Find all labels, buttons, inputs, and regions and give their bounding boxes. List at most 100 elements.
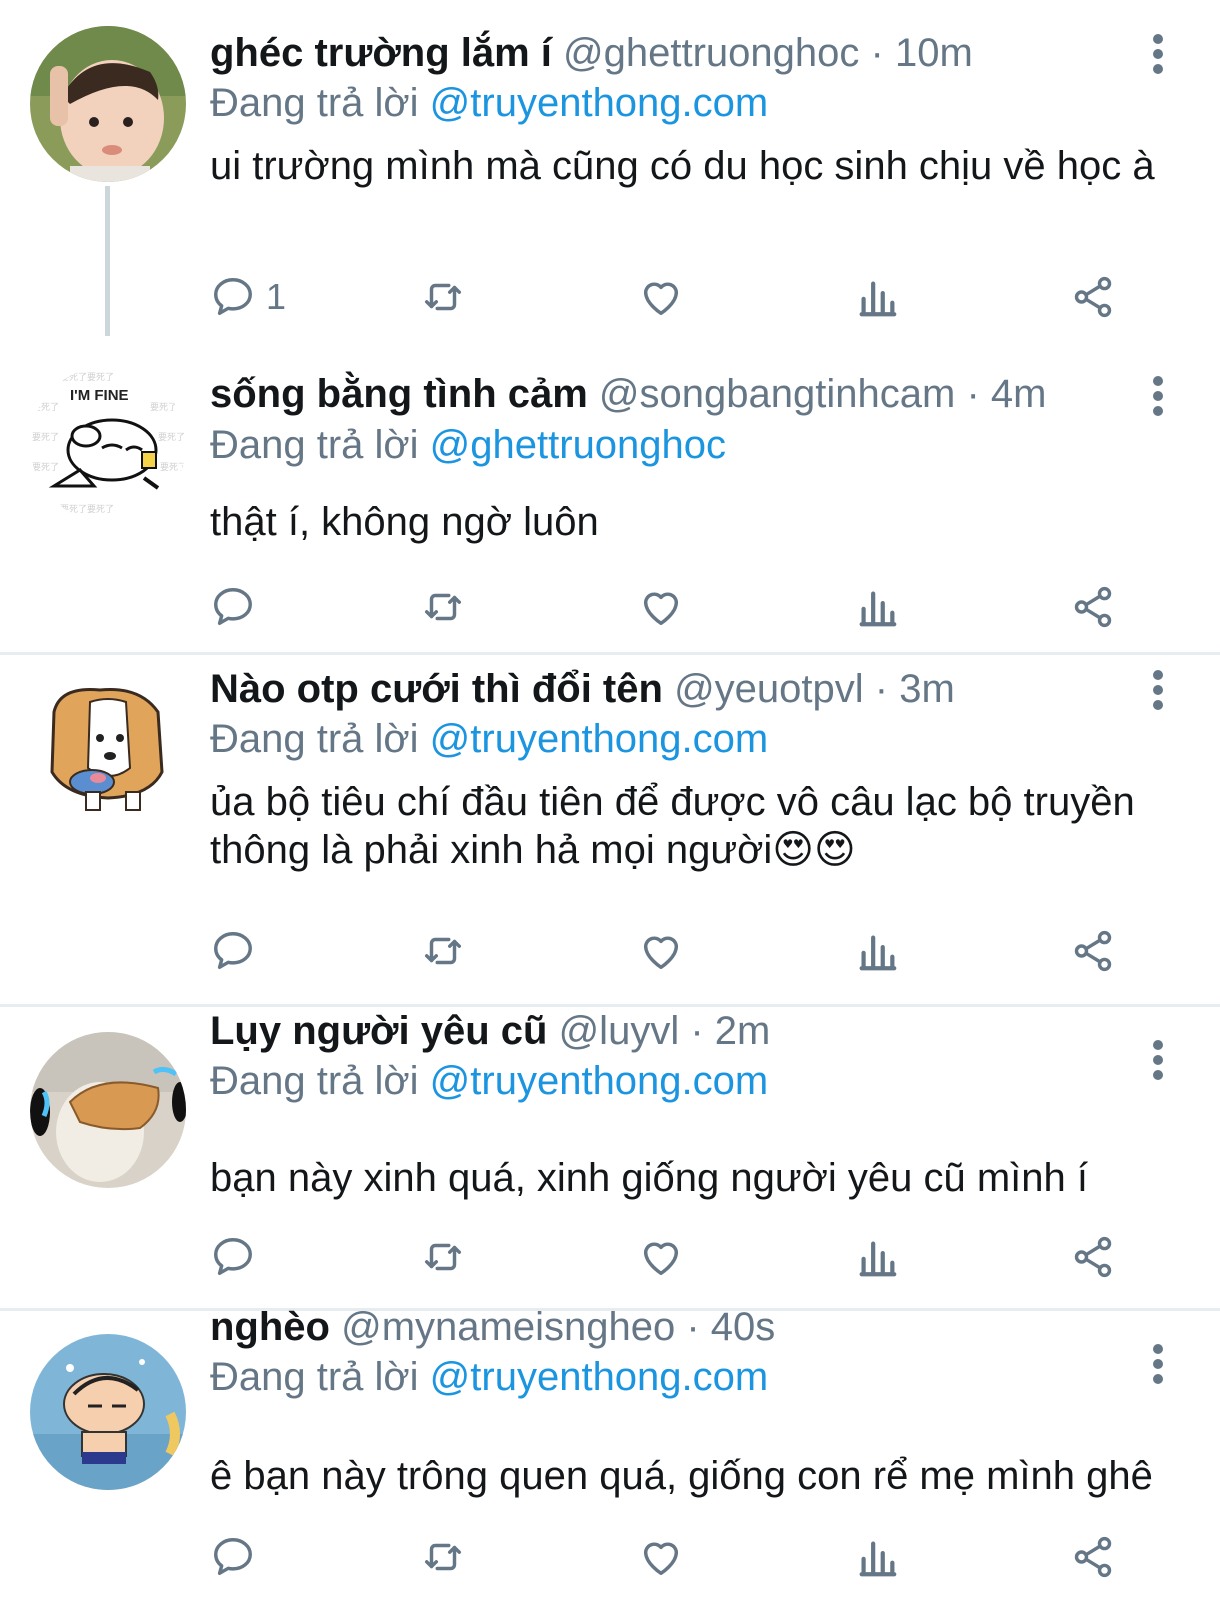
- author-handle[interactable]: @yeuotpvl: [674, 667, 864, 711]
- reply-mention[interactable]: @ghettruonghoc: [430, 423, 726, 467]
- author-name[interactable]: nghèo: [210, 1305, 330, 1349]
- retweet-icon: [424, 283, 462, 311]
- share-button[interactable]: [1070, 272, 1116, 322]
- retweet-icon: [424, 593, 462, 621]
- reply-prefix: Đang trả lời: [210, 81, 419, 125]
- thread-connector-line: [105, 186, 110, 336]
- analytics-button[interactable]: [854, 272, 900, 322]
- baby-photo-avatar-icon: [30, 26, 186, 182]
- svg-text:要死了要死了: 要死了要死了: [60, 372, 114, 383]
- reply-context: Đang trả lời @truyenthong.com: [210, 714, 768, 764]
- like-button[interactable]: [638, 582, 684, 632]
- timestamp[interactable]: 10m: [895, 31, 973, 75]
- author-handle[interactable]: @mynameisngheo: [341, 1305, 675, 1349]
- reply-mention[interactable]: @truyenthong.com: [430, 717, 769, 761]
- corgi-sticker-avatar-icon: [30, 672, 186, 828]
- author-handle[interactable]: @songbangtinhcam: [599, 372, 955, 416]
- tweet-header: nghèo @mynameisngheo · 40s: [210, 1302, 775, 1352]
- svg-text:要死了: 要死了: [150, 402, 177, 413]
- svg-text:要死了: 要死了: [160, 462, 186, 473]
- author-name[interactable]: sống bằng tình cảm: [210, 372, 588, 416]
- reply-mention[interactable]: @truyenthong.com: [430, 81, 769, 125]
- share-button[interactable]: [1070, 1532, 1116, 1582]
- reply-button[interactable]: [210, 1532, 256, 1582]
- reply-button[interactable]: [210, 582, 256, 632]
- reply-icon: [214, 932, 252, 970]
- retweet-button[interactable]: [420, 1232, 466, 1282]
- cartoon-dog-avatar-icon: 要死了要死了要死了 要死了 要死了 要死了要死了 要死了要死了要死了 I'M FIN…: [30, 366, 186, 522]
- more-options-button[interactable]: [1148, 376, 1168, 416]
- reply-prefix: Đang trả lời: [210, 423, 419, 467]
- more-options-button[interactable]: [1148, 670, 1168, 710]
- analytics-icon: [859, 1241, 897, 1277]
- reply-button[interactable]: [210, 926, 256, 976]
- timestamp[interactable]: 4m: [991, 372, 1047, 416]
- like-button[interactable]: [638, 926, 684, 976]
- reply-mention[interactable]: @truyenthong.com: [430, 1059, 769, 1103]
- reply-count: 1: [266, 276, 287, 317]
- tweet-text: ê bạn này trông quen quá, giống con rể m…: [210, 1454, 1153, 1498]
- timestamp[interactable]: 3m: [899, 667, 955, 711]
- reply-icon: [214, 588, 252, 626]
- share-icon: [1074, 1536, 1112, 1578]
- analytics-icon: [859, 281, 897, 317]
- timestamp[interactable]: 40s: [711, 1305, 776, 1349]
- reply-button[interactable]: 1: [210, 272, 286, 322]
- avatar[interactable]: [30, 26, 186, 182]
- more-options-button[interactable]: [1148, 1040, 1168, 1080]
- reply-context: Đang trả lời @truyenthong.com: [210, 1352, 768, 1402]
- analytics-button[interactable]: [854, 926, 900, 976]
- like-button[interactable]: [638, 1532, 684, 1582]
- share-button[interactable]: [1070, 1232, 1116, 1282]
- retweet-button[interactable]: [420, 582, 466, 632]
- shin-cartoon-avatar-icon: [30, 1334, 186, 1490]
- retweet-button[interactable]: [420, 272, 466, 322]
- avatar[interactable]: [30, 1334, 186, 1490]
- analytics-icon: [859, 935, 897, 971]
- tweet-text: ui trường mình mà cũng có du học sinh ch…: [210, 144, 1155, 188]
- analytics-button[interactable]: [854, 1532, 900, 1582]
- avatar[interactable]: [30, 1032, 186, 1188]
- retweet-icon: [424, 937, 462, 965]
- heart-eyes-emoji: 😍😍: [772, 828, 856, 872]
- more-options-button[interactable]: [1148, 34, 1168, 74]
- share-icon: [1074, 276, 1112, 318]
- reply-icon: [214, 1238, 252, 1276]
- avatar[interactable]: 要死了要死了 要死了 要死了 要死了 要死了 要死了 要死了 要死了要死了 I'M FIN…: [30, 366, 186, 522]
- retweet-button[interactable]: [420, 926, 466, 976]
- author-handle[interactable]: @luyvl: [559, 1009, 680, 1053]
- more-icon: [1153, 376, 1163, 386]
- more-options-button[interactable]: [1148, 1344, 1168, 1384]
- reply-mention[interactable]: @truyenthong.com: [430, 1355, 769, 1399]
- heart-icon: [643, 936, 679, 970]
- avatar[interactable]: [30, 672, 186, 828]
- share-icon: [1074, 1236, 1112, 1278]
- analytics-button[interactable]: [854, 1232, 900, 1282]
- separator-dot: ·: [874, 667, 889, 711]
- reply-button[interactable]: [210, 1232, 256, 1282]
- more-icon: [1153, 34, 1163, 44]
- like-button[interactable]: [638, 272, 684, 322]
- tweet-separator: [0, 652, 1220, 655]
- author-name[interactable]: ghéc trường lắm í: [210, 31, 552, 75]
- author-handle[interactable]: @ghettruonghoc: [563, 31, 859, 75]
- more-icon: [1153, 1344, 1163, 1354]
- like-button[interactable]: [638, 1232, 684, 1282]
- author-name[interactable]: Nào otp cưới thì đổi tên: [210, 667, 663, 711]
- analytics-button[interactable]: [854, 582, 900, 632]
- author-name[interactable]: Lụy người yêu cũ: [210, 1009, 547, 1053]
- heart-icon: [643, 282, 679, 316]
- share-button[interactable]: [1070, 582, 1116, 632]
- tweet-text: thật í, không ngờ luôn: [210, 500, 599, 544]
- tweet-actions: [210, 1232, 1150, 1282]
- tweet-actions: [210, 1532, 1150, 1582]
- timestamp[interactable]: 2m: [715, 1009, 771, 1053]
- reply-context: Đang trả lời @truyenthong.com: [210, 1056, 768, 1106]
- share-button[interactable]: [1070, 926, 1116, 976]
- reply-context: Đang trả lời @truyenthong.com: [210, 78, 768, 128]
- separator-dot: ·: [966, 372, 980, 416]
- tweet-header: Lụy người yêu cũ @luyvl · 2m: [210, 1006, 770, 1056]
- reply-prefix: Đang trả lời: [210, 1059, 419, 1103]
- svg-text:要死了: 要死了: [158, 432, 185, 443]
- retweet-button[interactable]: [420, 1532, 466, 1582]
